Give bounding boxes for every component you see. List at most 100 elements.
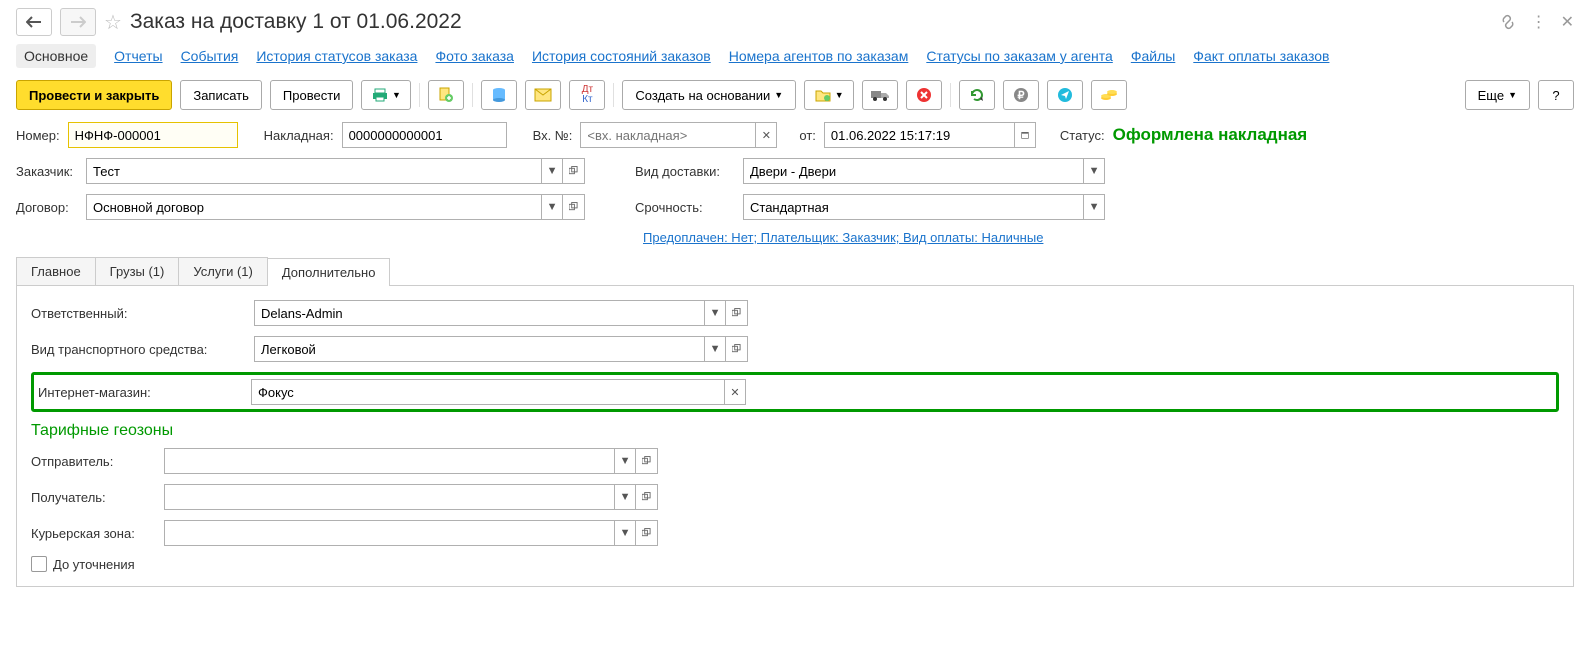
- vehicle-dropdown-button[interactable]: ▼: [704, 336, 726, 362]
- from-label: от:: [799, 128, 816, 143]
- sender-label: Отправитель:: [31, 454, 156, 469]
- courier-zone-label: Курьерская зона:: [31, 526, 156, 541]
- contract-label: Договор:: [16, 200, 78, 215]
- mail-button[interactable]: [525, 80, 561, 110]
- refresh-button[interactable]: [959, 80, 995, 110]
- until-clarification-label: До уточнения: [53, 557, 135, 572]
- tab-extra[interactable]: Дополнительно: [267, 258, 391, 286]
- courier-zone-open-button[interactable]: [636, 520, 658, 546]
- post-button[interactable]: Провести: [270, 80, 354, 110]
- close-icon[interactable]: ✕: [1561, 12, 1574, 32]
- recipient-input[interactable]: [164, 484, 614, 510]
- inbound-input[interactable]: [580, 122, 755, 148]
- responsible-open-button[interactable]: [726, 300, 748, 326]
- from-input[interactable]: [824, 122, 1014, 148]
- responsible-dropdown-button[interactable]: ▼: [704, 300, 726, 326]
- favorite-star-icon[interactable]: ☆: [104, 10, 122, 35]
- inbound-label: Вх. №:: [533, 128, 573, 143]
- shop-row-highlight: Интернет-магазин: ✕: [31, 372, 1559, 412]
- forward-button[interactable]: [60, 8, 96, 36]
- recipient-open-button[interactable]: [636, 484, 658, 510]
- courier-zone-dropdown-button[interactable]: ▼: [614, 520, 636, 546]
- sender-dropdown-button[interactable]: ▼: [614, 448, 636, 474]
- header-bar: ☆ Заказ на доставку 1 от 01.06.2022 ⋮ ✕: [16, 8, 1574, 36]
- number-label: Номер:: [16, 128, 60, 143]
- shop-label: Интернет-магазин:: [38, 385, 243, 400]
- urgency-input[interactable]: [743, 194, 1083, 220]
- write-button[interactable]: Записать: [180, 80, 262, 110]
- page-title: Заказ на доставку 1 от 01.06.2022: [130, 10, 462, 34]
- responsible-label: Ответственный:: [31, 306, 246, 321]
- status-label: Статус:: [1060, 128, 1105, 143]
- database-button[interactable]: [481, 80, 517, 110]
- customer-open-button[interactable]: [563, 158, 585, 184]
- shop-clear-button[interactable]: ✕: [724, 379, 746, 405]
- dtct-button[interactable]: ДтКт: [569, 80, 605, 110]
- responsible-input[interactable]: [254, 300, 704, 326]
- inbound-clear-button[interactable]: ✕: [755, 122, 777, 148]
- svg-text:₽: ₽: [1018, 90, 1025, 102]
- post-and-close-button[interactable]: Провести и закрыть: [16, 80, 172, 110]
- waybill-label: Накладная:: [264, 128, 334, 143]
- folder-action-button[interactable]: ▼: [804, 80, 854, 110]
- kebab-menu-icon[interactable]: ⋮: [1531, 12, 1547, 32]
- back-button[interactable]: [16, 8, 52, 36]
- until-clarification-checkbox[interactable]: [31, 556, 47, 572]
- nav-files[interactable]: Файлы: [1131, 48, 1175, 64]
- recipient-dropdown-button[interactable]: ▼: [614, 484, 636, 510]
- truck-button[interactable]: [862, 80, 898, 110]
- contract-input[interactable]: [86, 194, 541, 220]
- currency-button[interactable]: ₽: [1003, 80, 1039, 110]
- number-input[interactable]: [68, 122, 238, 148]
- vehicle-open-button[interactable]: [726, 336, 748, 362]
- shop-input[interactable]: [251, 379, 724, 405]
- delivery-type-label: Вид доставки:: [635, 164, 735, 179]
- help-button[interactable]: ?: [1538, 80, 1574, 110]
- nav-agent-statuses[interactable]: Статусы по заказам у агента: [926, 48, 1112, 64]
- urgency-dropdown-button[interactable]: ▼: [1083, 194, 1105, 220]
- delivery-type-dropdown-button[interactable]: ▼: [1083, 158, 1105, 184]
- payment-info-link[interactable]: Предоплачен: Нет; Плательщик: Заказчик; …: [643, 230, 1043, 245]
- toolbar: Провести и закрыть Записать Провести ▼ Д…: [16, 80, 1574, 110]
- tabs: Главное Грузы (1) Услуги (1) Дополнитель…: [16, 257, 1574, 286]
- geozones-title: Тарифные геозоны: [31, 422, 1559, 440]
- recipient-label: Получатель:: [31, 490, 156, 505]
- nav-main[interactable]: Основное: [16, 44, 96, 68]
- nav-payment-fact[interactable]: Факт оплаты заказов: [1193, 48, 1329, 64]
- row-number: Номер: Накладная: Вх. №: ✕ от: Статус: О…: [16, 122, 1574, 148]
- status-value: Оформлена накладная: [1113, 125, 1308, 145]
- nav-links: Основное Отчеты События История статусов…: [16, 44, 1574, 68]
- customer-dropdown-button[interactable]: ▼: [541, 158, 563, 184]
- customer-input[interactable]: [86, 158, 541, 184]
- nav-status-history[interactable]: История статусов заказа: [256, 48, 417, 64]
- tab-cargo[interactable]: Грузы (1): [95, 257, 180, 285]
- urgency-label: Срочность:: [635, 200, 735, 215]
- tab-main[interactable]: Главное: [16, 257, 96, 285]
- document-add-button[interactable]: [428, 80, 464, 110]
- delivery-type-input[interactable]: [743, 158, 1083, 184]
- contract-open-button[interactable]: [563, 194, 585, 220]
- nav-agent-numbers[interactable]: Номера агентов по заказам: [729, 48, 909, 64]
- vehicle-input[interactable]: [254, 336, 704, 362]
- sender-open-button[interactable]: [636, 448, 658, 474]
- vehicle-label: Вид транспортного средства:: [31, 342, 246, 357]
- waybill-input[interactable]: [342, 122, 507, 148]
- send-button[interactable]: [1047, 80, 1083, 110]
- from-calendar-button[interactable]: [1014, 122, 1036, 148]
- nav-reports[interactable]: Отчеты: [114, 48, 162, 64]
- nav-state-history[interactable]: История состояний заказов: [532, 48, 711, 64]
- create-based-button[interactable]: Создать на основании ▼: [622, 80, 796, 110]
- contract-dropdown-button[interactable]: ▼: [541, 194, 563, 220]
- link-icon[interactable]: [1499, 13, 1517, 31]
- coins-button[interactable]: [1091, 80, 1127, 110]
- sender-input[interactable]: [164, 448, 614, 474]
- nav-events[interactable]: События: [181, 48, 239, 64]
- courier-zone-input[interactable]: [164, 520, 614, 546]
- more-button[interactable]: Еще ▼: [1465, 80, 1530, 110]
- customer-label: Заказчик:: [16, 164, 78, 179]
- tab-body-extra: Ответственный: ▼ Вид транспортного средс…: [16, 286, 1574, 587]
- tab-services[interactable]: Услуги (1): [178, 257, 267, 285]
- nav-photo[interactable]: Фото заказа: [435, 48, 514, 64]
- print-button[interactable]: ▼: [361, 80, 411, 110]
- cancel-button[interactable]: [906, 80, 942, 110]
